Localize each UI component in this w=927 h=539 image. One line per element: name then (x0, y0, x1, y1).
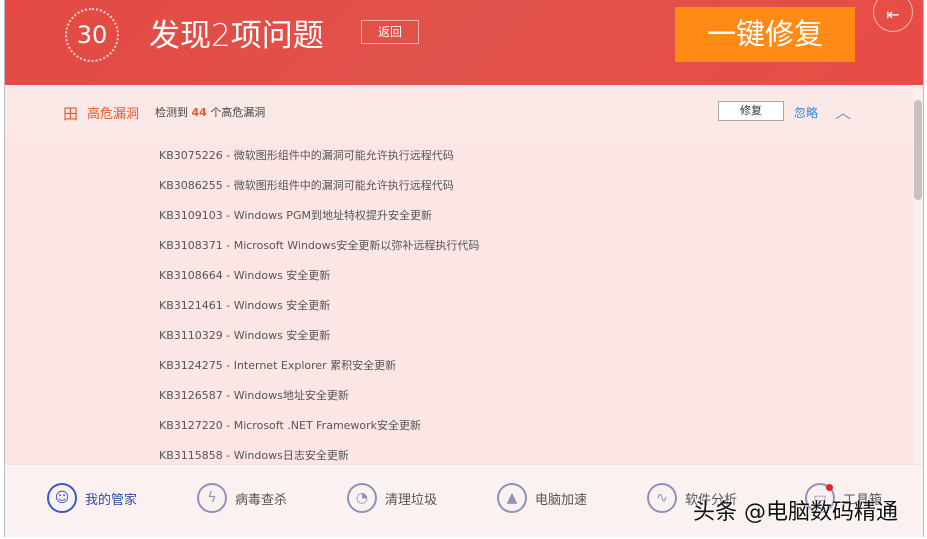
ignore-link[interactable]: 忽略 (794, 104, 818, 121)
exit-icon[interactable]: ⇤ (873, 0, 913, 32)
rocket-icon: ▲ (497, 483, 527, 513)
avatar-icon: ☺ (47, 483, 77, 513)
list-item: KB3108664 - Windows 安全更新 (159, 269, 331, 282)
nav-my-manager[interactable]: ☺ 我的管家 (47, 483, 137, 513)
list-item: KB3127220 - Microsoft .NET Framework安全更新 (159, 419, 422, 432)
list-item: KB3115858 - Windows日志安全更新 (159, 449, 349, 462)
vacuum-icon: ◔ (347, 483, 377, 513)
notification-dot (826, 484, 833, 491)
watermark: 头条 @电脑数码精通 (693, 500, 898, 525)
list-item: KB3126587 - Windows地址安全更新 (159, 389, 349, 402)
list-item: KB3108371 - Microsoft Windows安全更新以弥补远程执行… (159, 239, 480, 252)
list-item: KB3121461 - Windows 安全更新 (159, 299, 331, 312)
scrollbar[interactable] (914, 100, 922, 200)
list-item: KB3124275 - Internet Explorer 累积安全更新 (159, 359, 397, 372)
nav-speedup[interactable]: ▲ 电脑加速 (497, 483, 587, 513)
nav-label: 我的管家 (85, 492, 138, 508)
fix-button[interactable]: 修复 (718, 101, 784, 121)
list-item: KB3109103 - Windows PGM到地址特权提升安全更新 (159, 209, 432, 222)
collapse-chevron-icon[interactable]: ︿ (835, 99, 851, 123)
header: 30 发现2项问题 返回 一键修复 ⇤ (5, 0, 923, 85)
list-item: KB3075226 - 微软图形组件中的漏洞可能允许执行远程代码 (159, 149, 454, 162)
nav-label: 病毒查杀 (235, 492, 288, 508)
detected-text: 检测到 44 个高危漏洞 (155, 106, 266, 119)
grid-icon: 田 (63, 105, 79, 123)
magnifier-icon: ∿ (647, 483, 677, 513)
list-item: KB3086255 - 微软图形组件中的漏洞可能允许执行远程代码 (159, 179, 454, 192)
app-window: 30 发现2项问题 返回 一键修复 ⇤ 田 高危漏洞 检测到 44 个高危漏洞 … (4, 0, 924, 537)
section-name: 高危漏洞 (87, 107, 140, 122)
nav-label: 电脑加速 (535, 492, 588, 508)
page-title: 发现2项问题 (149, 18, 324, 54)
back-button[interactable]: 返回 (361, 20, 419, 44)
nav-virus-scan[interactable]: ϟ 病毒查杀 (197, 483, 287, 513)
section-header: 田 高危漏洞 检测到 44 个高危漏洞 修复 忽略 ︿ (5, 85, 913, 137)
nav-label: 清理垃圾 (385, 492, 438, 508)
score-ring: 30 (65, 8, 119, 62)
vulnerability-list: KB3075226 - 微软图形组件中的漏洞可能允许执行远程代码 KB308625… (5, 137, 913, 464)
fix-all-button[interactable]: 一键修复 (675, 7, 855, 62)
list-item: KB3110329 - Windows 安全更新 (159, 329, 331, 342)
nav-clean[interactable]: ◔ 清理垃圾 (347, 483, 437, 513)
lightning-icon: ϟ (197, 483, 227, 513)
